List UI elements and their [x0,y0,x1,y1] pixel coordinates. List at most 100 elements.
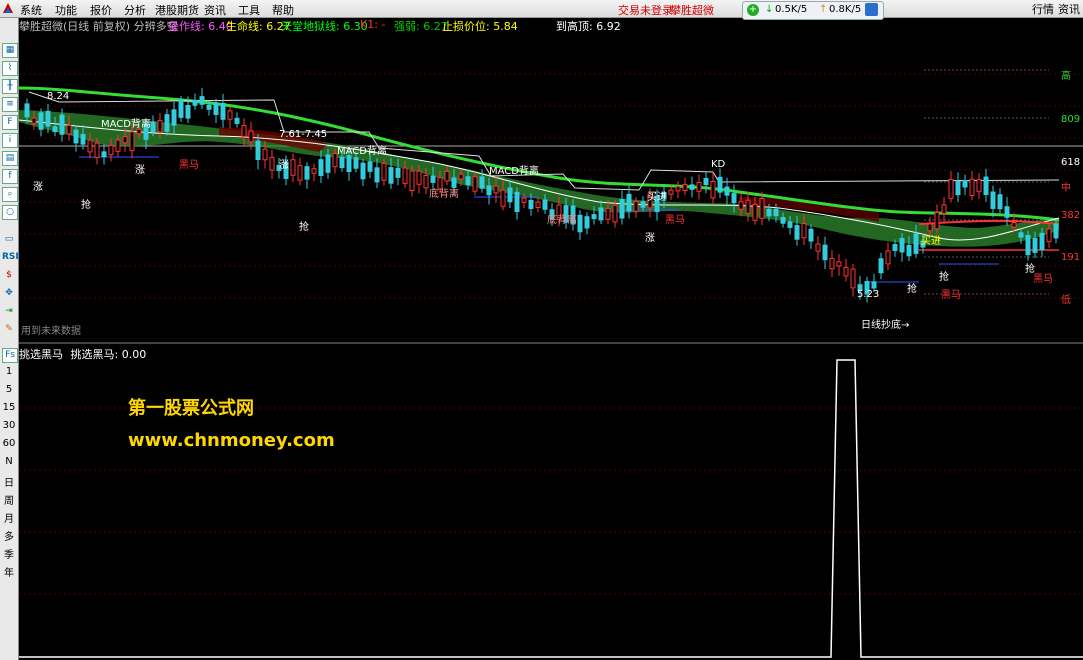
info-icon[interactable]: i [2,133,18,148]
candle-body [1011,222,1017,228]
candle-body [325,154,331,173]
tab-quote[interactable]: 行情 [1032,1,1054,16]
future-data-note: 用到未来数据 [21,324,81,337]
indicator-icon[interactable]: ▭ [2,233,16,246]
app-logo-icon [3,3,13,13]
period-multi[interactable]: 多 [0,528,18,543]
period-n[interactable]: N [0,456,18,467]
period-month[interactable]: 月 [0,510,18,525]
candle-body [892,244,898,251]
candle-body [990,191,996,209]
candle-body [479,176,485,189]
candle-body [633,201,639,212]
watermark-url: www.chnmoney.com [128,430,335,451]
candle-body [955,180,961,196]
candle-body [255,140,261,161]
tab-news[interactable]: 资讯 [1058,1,1080,16]
period-15min[interactable]: 15 [0,402,18,413]
candle-body [101,151,107,158]
candle-body [1018,232,1024,238]
rsi-icon[interactable]: RSI [2,251,19,264]
candle-body [1032,237,1038,253]
candle-body [24,103,30,118]
low-price-label: 5.23 [857,289,879,300]
period-1min[interactable]: 1 [0,366,18,377]
candle-body [983,176,989,195]
candle-body [836,261,842,267]
candle-body [878,258,884,274]
candle-body [745,199,751,214]
menu-hk-futures[interactable]: 港股期货 [155,2,199,18]
candle-body [374,167,380,183]
candle-body [108,145,114,156]
menu-quote[interactable]: 报价 [90,2,112,18]
candle-body [668,189,674,195]
green-cloud-band [19,110,1059,247]
period-season[interactable]: 季 [0,546,18,561]
period-year[interactable]: 年 [0,564,18,579]
indicator-title: 挑选黑马 挑选黑马: 0.00 [19,346,146,362]
indicator-value: 挑选黑马: 0.00 [70,348,147,361]
candle-body [381,162,387,181]
exit-icon[interactable]: ⇥ [2,305,16,318]
menu-tools[interactable]: 工具 [238,2,260,18]
candle-body [115,139,121,152]
daily-bottom-arrow-label: 日线抄底→ [861,318,909,331]
menu-function[interactable]: 功能 [55,2,77,18]
period-day[interactable]: 日 [0,474,18,489]
candle-body [409,170,415,192]
fs-icon[interactable]: Fs [2,348,18,363]
candle-body [871,281,877,289]
candle-body [787,221,793,228]
candle-body [724,186,730,196]
candle-body [577,214,583,233]
bottom-divergence-label-1: 底背离 [429,187,459,200]
heaven-hell-line [19,86,1060,222]
down-arrow-icon: ↓ [765,4,774,15]
period-week[interactable]: 周 [0,492,18,507]
menu-help[interactable]: 帮助 [272,2,294,18]
candle-body [444,170,450,182]
k1-label: K1: - [360,18,386,31]
grid-icon[interactable]: ▦ [2,43,18,58]
refresh-icon[interactable] [865,3,878,16]
grab-label-2: 抢 [299,220,309,233]
menu-analysis[interactable]: 分析 [124,2,146,18]
period-5min[interactable]: 5 [0,384,18,395]
bottom-divergence-label-2: 底背离 [547,213,577,226]
candle-body [591,214,597,220]
buy-label-1: 买进 [647,191,667,203]
candle-body [605,207,611,220]
line-chart-icon[interactable]: ⌇ [2,61,18,76]
candle-body [843,267,849,277]
search-icon[interactable]: ○ [2,205,18,220]
menu-system[interactable]: 系统 [20,2,42,18]
list-icon[interactable]: ≡ [2,97,18,112]
table-icon[interactable]: ▤ [2,151,18,166]
period-30min[interactable]: 30 [0,420,18,431]
login-status[interactable]: 交易未登录 [618,2,673,18]
menu-news[interactable]: 资讯 [204,2,226,18]
candle-body [619,199,625,219]
axis-low: 低 [1061,293,1071,306]
plus-icon[interactable]: + [747,4,759,16]
move-icon[interactable]: ✥ [2,287,16,300]
axis-191: 191 [1061,252,1080,263]
candle-body [815,243,821,252]
main-chart[interactable]: 8.24 7.61-7.45 5.23 MACD背离 MACD背离 MACD背离… [19,32,1083,660]
pencil-icon[interactable]: ✎ [2,323,16,336]
candle-body [766,208,772,217]
kline-icon[interactable]: ╫ [2,79,18,94]
candle-body [52,126,58,133]
f10-icon[interactable]: F [2,115,18,130]
rise-label-2: 涨 [135,164,145,176]
candle-body [528,199,534,210]
period-60min[interactable]: 60 [0,438,18,449]
fx-icon[interactable]: f [2,169,18,184]
candle-body [465,176,471,186]
candle-body [535,201,541,208]
money-icon[interactable]: $ [2,269,16,282]
candle-body [521,197,527,203]
candle-body [339,156,345,169]
zoom-icon[interactable]: ⌕ [2,187,18,202]
